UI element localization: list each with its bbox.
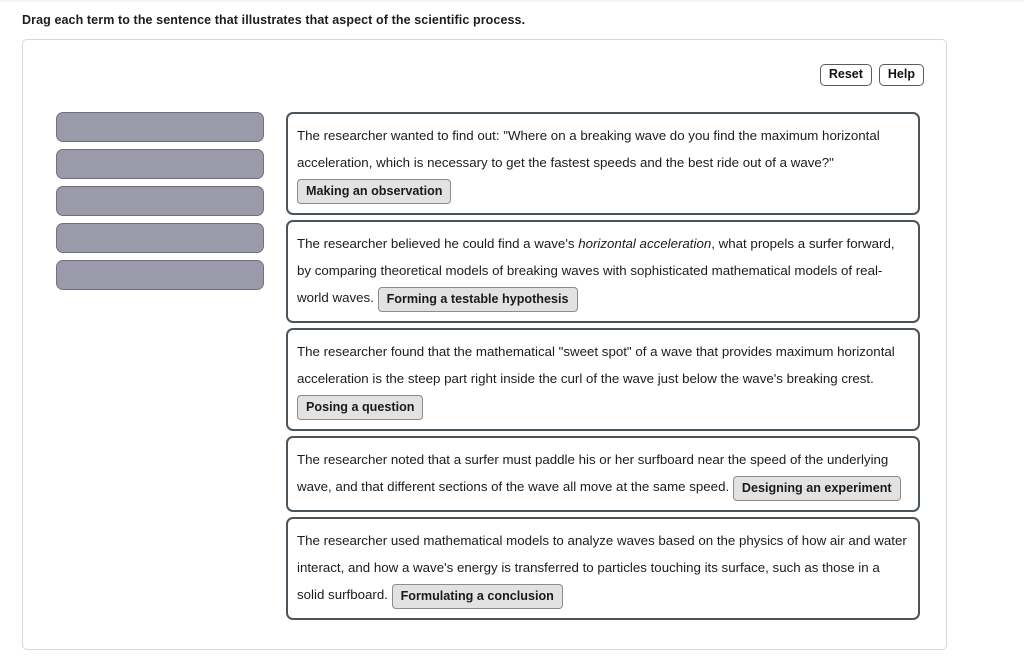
sentence-emphasis: horizontal acceleration — [578, 236, 712, 251]
toolbar: Reset Help — [819, 64, 924, 86]
reset-button[interactable]: Reset — [819, 64, 872, 86]
sentence-text: The researcher used mathematical models … — [297, 533, 907, 602]
drop-slot-1[interactable] — [56, 112, 264, 142]
term-chip-posing-a-question[interactable]: Posing a question — [297, 395, 424, 420]
drop-slot-5[interactable] — [56, 260, 264, 290]
page-title: Drag each term to the sentence that illu… — [22, 13, 526, 27]
term-chip-designing-an-experiment[interactable]: Designing an experiment — [732, 476, 901, 501]
sentence-text: The researcher found that the mathematic… — [297, 344, 895, 386]
drop-slot-3[interactable] — [56, 186, 264, 216]
sentence-box[interactable]: The researcher used mathematical models … — [286, 517, 920, 620]
help-button[interactable]: Help — [878, 64, 924, 86]
drop-slot-4[interactable] — [56, 223, 264, 253]
term-chip-formulating-a-conclusion[interactable]: Formulating a conclusion — [391, 584, 563, 609]
sentence-box[interactable]: The researcher wanted to find out: "Wher… — [286, 112, 920, 215]
sentence-box[interactable]: The researcher found that the mathematic… — [286, 328, 920, 431]
sentence-column: The researcher wanted to find out: "Wher… — [286, 112, 920, 625]
drop-slot-column — [56, 112, 264, 297]
drop-slot-2[interactable] — [56, 149, 264, 179]
activity-panel: Reset Help The researcher wanted to find… — [22, 39, 947, 650]
sentence-box[interactable]: The researcher noted that a surfer must … — [286, 436, 920, 512]
top-separator — [0, 0, 1024, 2]
term-chip-forming-a-testable-hypothesis[interactable]: Forming a testable hypothesis — [377, 287, 578, 312]
term-chip-making-an-observation[interactable]: Making an observation — [297, 179, 452, 204]
sentence-box[interactable]: The researcher believed he could find a … — [286, 220, 920, 323]
sentence-text: The researcher wanted to find out: "Wher… — [297, 128, 880, 170]
sentence-text-pre: The researcher believed he could find a … — [297, 236, 579, 251]
